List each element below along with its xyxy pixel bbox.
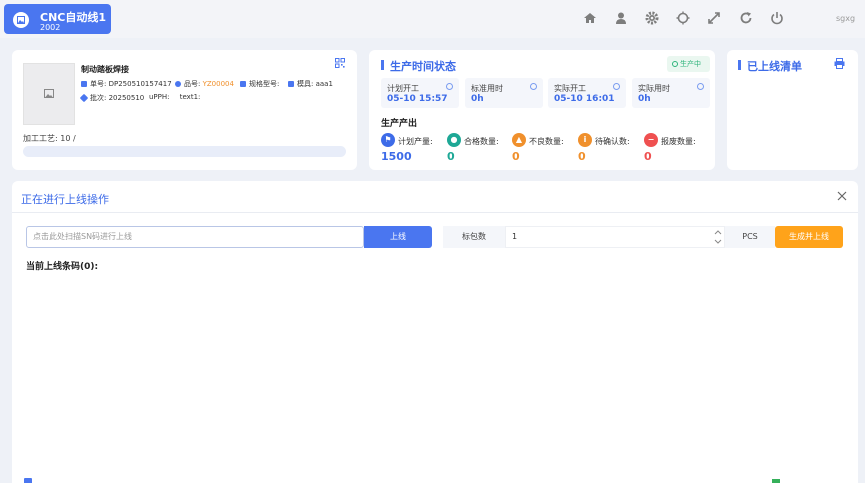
spec-info: 规格型号:	[240, 79, 279, 89]
production-time-title: 生产时间状态	[381, 60, 456, 73]
refresh-icon[interactable]	[739, 11, 753, 25]
qrcode-icon[interactable]	[335, 58, 345, 70]
time-box-planned-start: 计划开工 05-10 15:57	[381, 78, 459, 108]
process-progress-bar	[23, 146, 346, 157]
info-icon: i	[578, 133, 592, 147]
barcode-icon	[240, 81, 246, 87]
order-info: 单号: DP250510157417	[81, 79, 172, 89]
clock-icon	[613, 83, 620, 90]
home-icon[interactable]	[583, 11, 597, 25]
warning-icon: ▲	[512, 133, 526, 147]
upph-info: uPPH: text1:	[149, 93, 201, 101]
settings-icon[interactable]	[645, 11, 659, 25]
sun-icon[interactable]	[676, 11, 690, 25]
status-indicator	[772, 479, 780, 483]
status-icon	[672, 61, 678, 67]
close-icon[interactable]	[837, 191, 847, 203]
check-circle-icon: ●	[447, 133, 461, 147]
current-barcodes-label: 当前上线条码(0):	[26, 262, 99, 272]
mold-icon	[288, 81, 294, 87]
image-placeholder-icon	[44, 89, 54, 98]
time-box-actual-start: 实际开工 05-10 16:01	[548, 78, 626, 108]
line-code: 2002	[40, 23, 61, 32]
divider	[12, 212, 858, 213]
part-info: 品号: YZ00004	[175, 79, 234, 89]
status-badge: 生产中	[667, 56, 710, 72]
tag-icon	[79, 93, 89, 103]
online-list-card: 已上线清单	[727, 50, 858, 170]
product-name: 制动踏板焊接	[81, 65, 129, 74]
online-list-title: 已上线清单	[738, 60, 802, 73]
document-icon	[81, 81, 87, 87]
pack-count-input[interactable]: 1	[505, 226, 725, 248]
panel-title: 正在进行上线操作	[21, 193, 109, 206]
online-button[interactable]: 上线	[364, 226, 432, 248]
globe-icon	[175, 81, 181, 87]
minus-circle-icon: −	[644, 133, 658, 147]
generate-online-button[interactable]: 生成并上线	[775, 226, 843, 248]
production-time-card: 生产时间状态 生产中 计划开工 05-10 15:57 标准用时 0h 实际开工…	[369, 50, 715, 170]
output-title: 生产产出	[381, 119, 418, 129]
time-box-actual: 实际用时 0h	[632, 78, 710, 108]
printer-icon[interactable]	[834, 58, 845, 71]
clock-icon	[446, 83, 453, 90]
product-image	[23, 63, 75, 125]
username[interactable]: sgxg	[836, 14, 855, 23]
top-bar: CNC自动线1 2002 sgxg	[0, 0, 865, 38]
unit-label: PCS	[725, 226, 775, 248]
power-icon[interactable]	[770, 11, 784, 25]
clock-icon	[697, 83, 704, 90]
product-card: 制动踏板焊接 单号: DP250510157417 品号: YZ00004 规格…	[12, 50, 357, 170]
checkbox[interactable]	[24, 478, 32, 483]
fullscreen-icon[interactable]	[707, 11, 721, 25]
pack-count-label: 标包数	[443, 226, 505, 248]
user-icon[interactable]	[614, 11, 628, 25]
sn-scan-input[interactable]: 点击此处扫描SN码进行上线	[26, 226, 364, 248]
order-number: DP250510157417	[108, 80, 172, 88]
line-brand[interactable]: CNC自动线1 2002	[4, 4, 111, 34]
image-icon	[13, 12, 29, 28]
flag-icon: ⚑	[381, 133, 395, 147]
process-info: 加工工艺: 10 /	[23, 134, 76, 143]
quantity-stepper[interactable]	[712, 226, 724, 248]
online-operation-panel: 正在进行上线操作 点击此处扫描SN码进行上线 上线 标包数 1 PCS 生成并上…	[12, 181, 858, 483]
part-number: YZ00004	[202, 80, 234, 88]
batch-info: 批次: 20250510	[79, 93, 144, 103]
time-box-standard: 标准用时 0h	[465, 78, 543, 108]
mold-info: 模具: aaa1	[288, 79, 333, 89]
clock-icon	[530, 83, 537, 90]
